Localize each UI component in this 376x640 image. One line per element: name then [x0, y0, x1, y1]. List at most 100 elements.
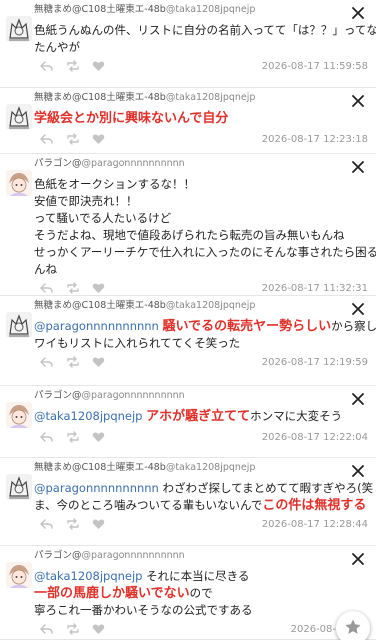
text-segment: ので	[189, 586, 213, 600]
post-text-line: ま、今のところ噛みついてる輩もいないんでこの件は無視する	[34, 497, 366, 514]
highlighted-text: アホが騒ぎ立てて	[146, 409, 251, 424]
post-card[interactable]: パラゴン@@paragonnnnnnnnnn @taka1208jpqnejp そ…	[0, 546, 376, 640]
post-text-line: たんやが	[34, 39, 366, 56]
repost-icon[interactable]	[66, 518, 80, 530]
reply-icon[interactable]	[40, 623, 53, 635]
post-text-line: って騒いでる人たいるけど	[34, 210, 366, 227]
text-segment: ホンマに大変そう	[250, 409, 343, 423]
x-logo-icon[interactable]	[352, 390, 364, 405]
user-handle[interactable]: @paragonnnnnnnnnn	[82, 390, 185, 401]
user-handle[interactable]: @paragonnnnnnnnnn	[82, 550, 185, 561]
post-card[interactable]: 無糖まめ@C108土曜東エ-48b@taka1208jpqnejp 色紙うんぬんの…	[0, 0, 376, 88]
reply-icon[interactable]	[40, 431, 53, 443]
heart-icon[interactable]	[92, 431, 105, 443]
avatar[interactable]	[6, 170, 32, 196]
heart-icon[interactable]	[92, 623, 105, 635]
post-card[interactable]: パラゴン@@paragonnnnnnnnnn 色紙をオークションするな！！ 安値で即…	[0, 154, 376, 296]
text-segment: たんやが	[34, 40, 80, 54]
post-text-line: 色紙をオークションするな！！	[34, 176, 366, 193]
reply-icon[interactable]	[40, 133, 53, 145]
post-text: 色紙うんぬんの件、リストに自分の名前入ってて「は？？」ってなっ たんやが	[34, 22, 376, 56]
post-text-line: 一部の馬鹿しか騒いでないので	[34, 585, 366, 602]
post-text: 色紙をオークションするな！！ 安値で即決売れ！！ って騒いでる人たいるけど そうだよね…	[34, 176, 376, 278]
repost-icon[interactable]	[66, 282, 80, 294]
highlighted-text: 騒いでるの転売ヤー勢らしい	[162, 319, 332, 334]
repost-icon[interactable]	[66, 356, 80, 368]
repost-icon[interactable]	[66, 431, 80, 443]
post-card[interactable]: 無糖まめ@C108土曜東エ-48b@taka1208jpqnejp 学級会とか別に…	[0, 88, 376, 154]
post-text-line: @paragonnnnnnnnnn わざわざ探してまとめてて暇すぎやろ(笑	[34, 480, 373, 497]
mention-link[interactable]: @taka1208jpqnejp	[34, 409, 142, 423]
x-logo-icon[interactable]	[352, 4, 364, 19]
post-text-line: @taka1208jpqnejp アホが騒ぎ立ててホンマに大変そう	[34, 408, 366, 425]
post-header: 無糖まめ@C108土曜東エ-48b@taka1208jpqnejp	[34, 90, 346, 106]
mention-link[interactable]: @paragonnnnnnnnnn	[34, 481, 159, 495]
heart-icon[interactable]	[92, 518, 105, 530]
post-text-line: せっかくアーリーチケで仕入れに入ったのにそんな事されたら困るも	[34, 244, 376, 261]
display-name[interactable]: 無糖まめ@C108土曜東エ-48b	[34, 462, 166, 473]
display-name[interactable]: パラゴン@	[34, 390, 82, 401]
avatar[interactable]	[6, 104, 32, 130]
post-header: パラゴン@@paragonnnnnnnnnn	[34, 548, 346, 564]
x-logo-icon[interactable]	[352, 92, 364, 107]
post-text: @paragonnnnnnnnnn 騒いでるの転売ヤー勢らしいから察し ワイもリス…	[34, 318, 376, 352]
x-logo-icon[interactable]	[352, 300, 364, 315]
post-timestamp: 2026-08-17 12:28:44	[261, 519, 368, 530]
avatar[interactable]	[6, 312, 32, 338]
text-segment: わざわざ探してまとめてて暇すぎやろ(笑	[158, 481, 374, 495]
post-card[interactable]: 無糖まめ@C108土曜東エ-48b@taka1208jpqnejp @parago…	[0, 458, 376, 546]
star-icon	[345, 619, 361, 634]
repost-icon[interactable]	[66, 623, 80, 635]
post-timestamp: 2026-08-17 11:59:58	[261, 61, 368, 72]
display-name[interactable]: パラゴン@	[34, 550, 82, 561]
user-handle[interactable]: @taka1208jpqnejp	[166, 462, 256, 473]
reply-icon[interactable]	[40, 282, 53, 294]
post-text-line: @paragonnnnnnnnnn 騒いでるの転売ヤー勢らしいから察し	[34, 318, 376, 335]
post-card[interactable]: パラゴン@@paragonnnnnnnnnn @taka1208jpqnejp ア…	[0, 386, 376, 458]
reply-icon[interactable]	[40, 60, 53, 72]
reply-icon[interactable]	[40, 518, 53, 530]
repost-icon[interactable]	[66, 133, 80, 145]
post-text-line: そうだよね、現地で値段あげられたら転売の旨み無いもんね	[34, 227, 366, 244]
display-name[interactable]: パラゴン@	[34, 158, 82, 169]
avatar[interactable]	[6, 16, 32, 42]
post-header: 無糖まめ@C108土曜東エ-48b@taka1208jpqnejp	[34, 460, 346, 476]
text-segment: んね	[34, 262, 57, 276]
avatar[interactable]	[6, 474, 32, 500]
heart-icon[interactable]	[92, 282, 105, 294]
user-handle[interactable]: @paragonnnnnnnnnn	[82, 158, 185, 169]
mention-link[interactable]: @taka1208jpqnejp	[34, 569, 142, 583]
text-segment: 寧ろこれ一番かわいそうなの公式ですある	[34, 603, 253, 617]
heart-icon[interactable]	[92, 133, 105, 145]
x-logo-icon[interactable]	[352, 462, 364, 477]
post-text-line: んね	[34, 261, 366, 278]
post-header: 無糖まめ@C108土曜東エ-48b@taka1208jpqnejp	[34, 2, 346, 18]
avatar[interactable]	[6, 402, 32, 428]
post-text-line: @taka1208jpqnejp それに本当に尽きる	[34, 568, 366, 585]
user-handle[interactable]: @taka1208jpqnejp	[166, 4, 256, 15]
text-segment: ワイもリストに入れられててくそ笑った	[34, 336, 241, 350]
heart-icon[interactable]	[92, 356, 105, 368]
post-text-line: 学級会とか別に興味ないんで自分	[34, 110, 366, 127]
highlighted-text: 一部の馬鹿しか騒いでない	[34, 586, 190, 601]
repost-icon[interactable]	[66, 60, 80, 72]
post-text: @taka1208jpqnejp アホが騒ぎ立ててホンマに大変そう	[34, 408, 366, 425]
mention-link[interactable]: @paragonnnnnnnnnn	[34, 319, 159, 333]
heart-icon[interactable]	[92, 60, 105, 72]
x-logo-icon[interactable]	[352, 158, 364, 173]
post-text: 学級会とか別に興味ないんで自分	[34, 110, 366, 127]
text-segment: から察し	[331, 319, 376, 333]
post-timestamp: 2026-08-17 12:23:18	[261, 134, 368, 145]
user-handle[interactable]: @taka1208jpqnejp	[166, 92, 256, 103]
reply-icon[interactable]	[40, 356, 53, 368]
avatar[interactable]	[6, 562, 32, 588]
display-name[interactable]: 無糖まめ@C108土曜東エ-48b	[34, 300, 166, 311]
x-logo-icon[interactable]	[352, 550, 364, 565]
text-segment: 色紙をオークションするな！！	[34, 177, 195, 191]
post-card[interactable]: 無糖まめ@C108土曜東エ-48b@taka1208jpqnejp @parago…	[0, 296, 376, 386]
display-name[interactable]: 無糖まめ@C108土曜東エ-48b	[34, 92, 166, 103]
display-name[interactable]: 無糖まめ@C108土曜東エ-48b	[34, 4, 166, 15]
favorite-fab-button[interactable]	[336, 611, 370, 640]
user-handle[interactable]: @taka1208jpqnejp	[166, 300, 256, 311]
post-timestamp: 2026-08-17 11:32:31	[261, 283, 368, 294]
